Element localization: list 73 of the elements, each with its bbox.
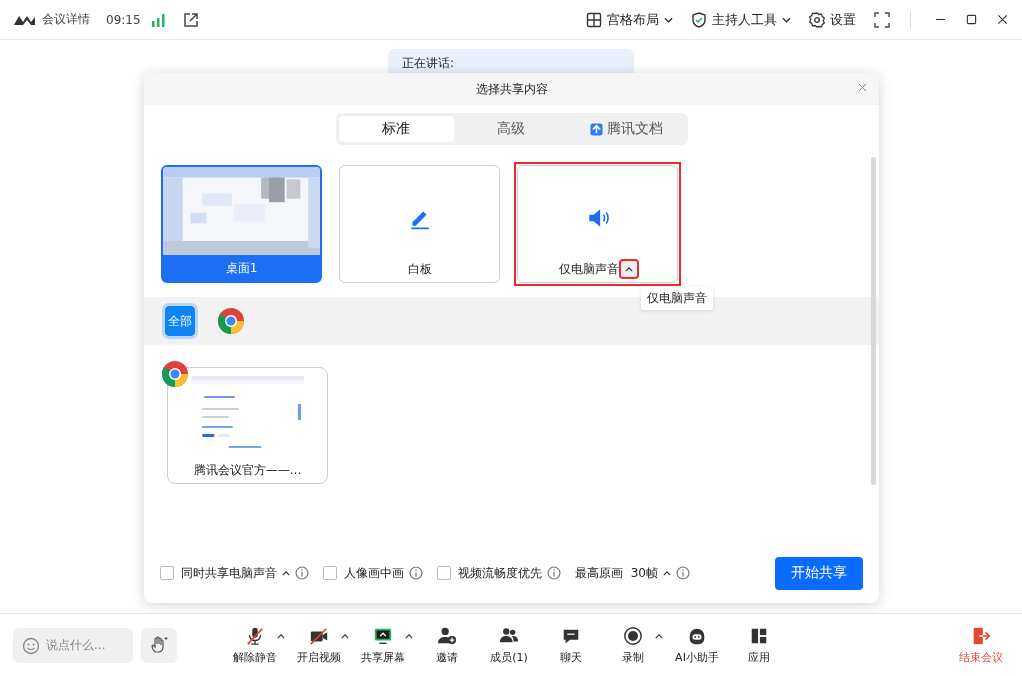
info-icon[interactable]	[409, 566, 423, 580]
hand-icon	[149, 635, 169, 655]
muted-microphone-icon	[245, 625, 265, 646]
caret-icon[interactable]	[405, 633, 413, 639]
checkbox-label[interactable]: 视频流畅度优先	[458, 564, 542, 582]
exit-icon	[971, 625, 991, 646]
add-person-icon	[437, 625, 457, 646]
emoji-icon	[22, 636, 40, 655]
chevron-icon	[782, 16, 791, 23]
external-link-icon[interactable]	[182, 11, 199, 28]
grid-icon	[586, 11, 602, 28]
share-source-card[interactable]: 仅电脑声音	[517, 165, 678, 283]
tooltip: 仅电脑声音	[641, 287, 713, 310]
raise-hand-button[interactable]	[141, 627, 177, 663]
scrollbar[interactable]	[871, 157, 876, 485]
browser-icon	[161, 360, 189, 388]
toolbar-button[interactable]: 解除静音	[227, 625, 283, 665]
caret-icon[interactable]	[341, 633, 349, 639]
toolbar-button[interactable]: 共享屏幕	[355, 625, 411, 665]
toolbar-menu-button[interactable]: 宫格布局	[586, 10, 673, 29]
caret-icon[interactable]	[655, 633, 663, 639]
close-icon[interactable]	[997, 14, 1008, 25]
toolbar-button[interactable]: AI小助手	[669, 625, 725, 665]
caret-icon[interactable]	[277, 633, 285, 639]
checkbox[interactable]	[437, 566, 451, 580]
toolbar-button[interactable]: 开启视频	[291, 625, 347, 665]
camera-off-icon	[309, 625, 329, 646]
end-meeting-button[interactable]: 结束会议	[959, 625, 1003, 665]
checkbox-label[interactable]: 同时共享电脑声音	[181, 564, 277, 582]
toolbar-button[interactable]: 录制	[605, 625, 661, 665]
toolbar-button[interactable]: 邀请	[419, 625, 475, 665]
tab[interactable]: 标准	[338, 116, 454, 142]
tab[interactable]: 高级	[453, 116, 570, 142]
document-icon	[590, 122, 604, 136]
source-label: 白板	[407, 260, 432, 278]
fullscreen-icon[interactable]	[874, 11, 890, 28]
checkbox[interactable]	[160, 566, 174, 580]
expand-button[interactable]	[620, 261, 637, 277]
chevron-icon	[664, 16, 673, 23]
source-label: 仅电脑声音	[558, 260, 619, 278]
share-source-card[interactable]: 桌面1	[161, 165, 322, 283]
shield-icon	[691, 11, 707, 28]
caret-icon[interactable]	[662, 570, 671, 576]
share-source-card[interactable]: 白板	[339, 165, 500, 283]
window-title: 腾讯会议官方——...	[193, 462, 302, 479]
toolbar-menu-button[interactable]: 设置	[809, 10, 856, 29]
caret-icon	[624, 266, 633, 272]
maximize-icon[interactable]	[966, 14, 977, 25]
speaking-label: 正在讲话:	[402, 56, 455, 70]
meeting-time: 09:15	[106, 12, 141, 27]
checkbox[interactable]	[323, 566, 337, 580]
window-card[interactable]: 腾讯会议官方——...	[167, 367, 328, 484]
tab[interactable]: 腾讯文档	[569, 116, 685, 142]
dialog-title: 选择共享内容	[475, 80, 548, 98]
toolbar-button[interactable]: 聊天	[543, 625, 599, 665]
info-icon[interactable]	[295, 566, 309, 580]
chat-input-field[interactable]: 说点什么...	[13, 627, 133, 663]
settings-icon	[809, 11, 825, 28]
meeting-info-title[interactable]: 会议详情	[42, 11, 90, 28]
record-icon	[623, 625, 643, 646]
toolbar-menu-button[interactable]: 主持人工具	[691, 10, 791, 29]
info-icon[interactable]	[547, 566, 561, 580]
app-filter-button[interactable]: 全部	[165, 306, 195, 336]
caret-icon[interactable]	[282, 570, 290, 576]
signal-icon	[150, 12, 165, 27]
info-icon[interactable]	[675, 566, 690, 580]
source-label: 桌面1	[225, 259, 258, 277]
toolbar-button[interactable]: 成员(1)	[481, 625, 537, 665]
browser-icon	[217, 307, 245, 335]
toolbar-button[interactable]: 应用	[731, 625, 787, 665]
checkbox-label[interactable]: 人像画中画	[344, 564, 404, 582]
quality-label: 最高原画 30帧	[575, 564, 658, 582]
start-share-button[interactable]: 开始共享	[775, 556, 863, 590]
